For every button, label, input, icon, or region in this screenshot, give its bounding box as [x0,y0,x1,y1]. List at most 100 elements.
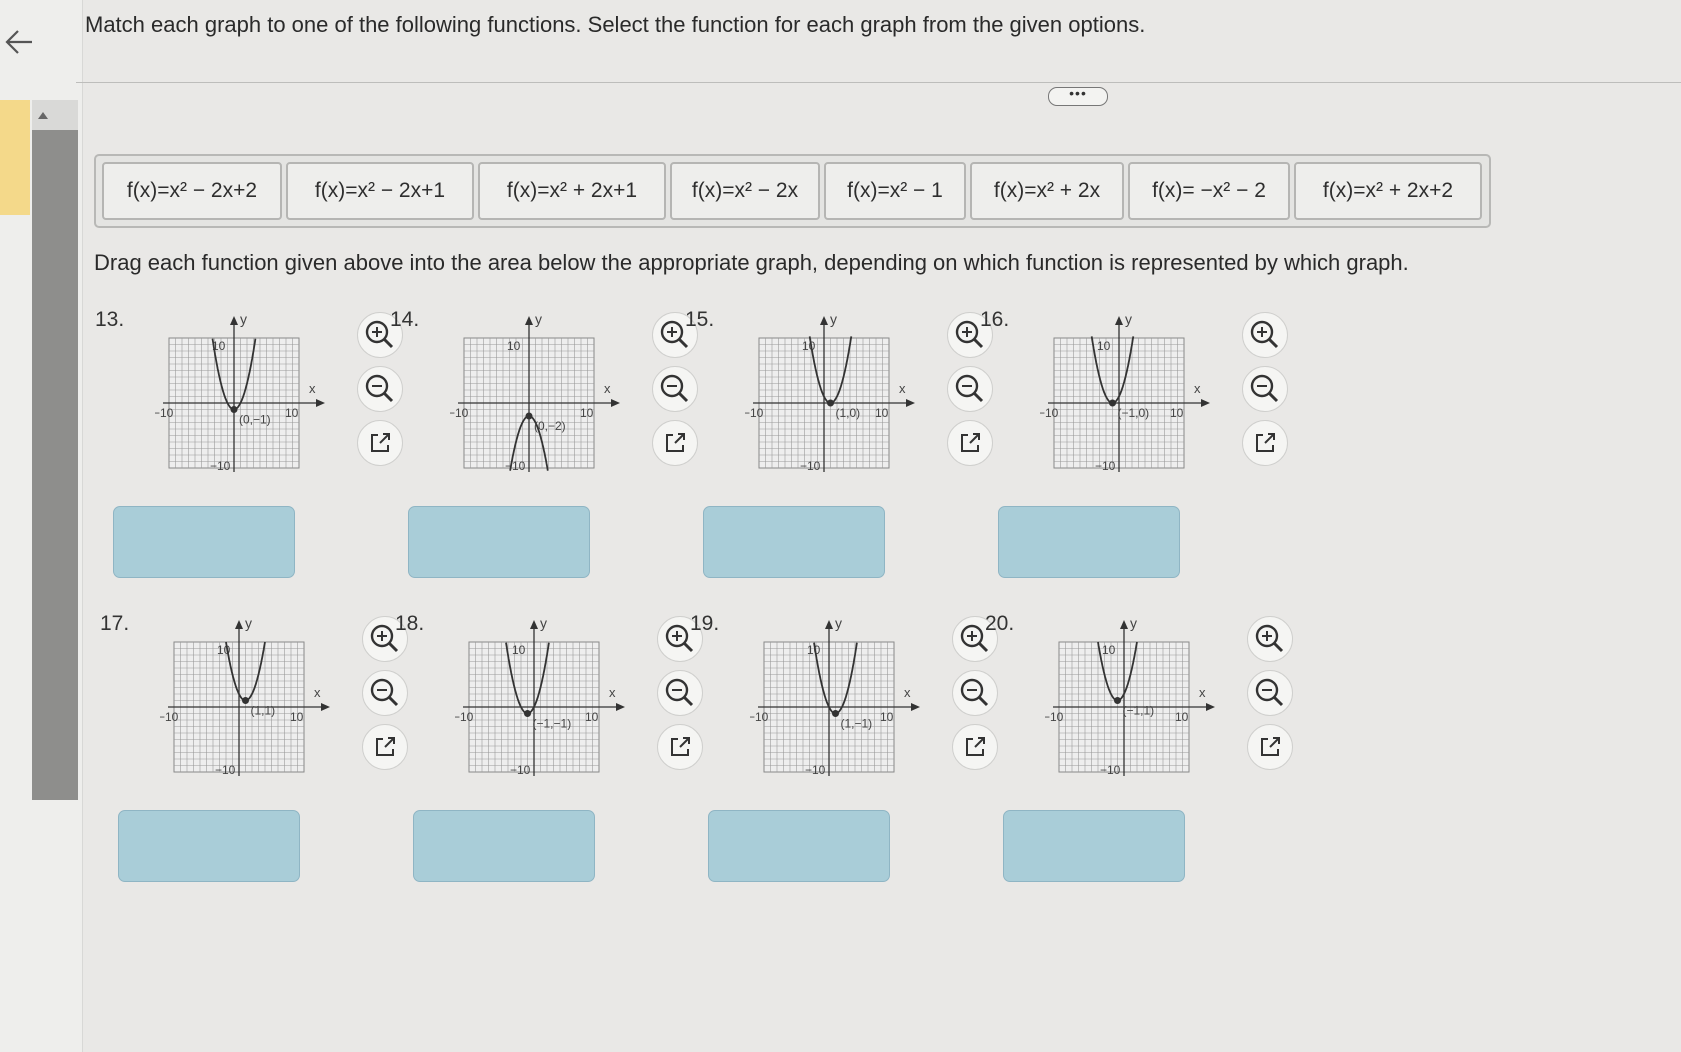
parabola-graph: y x 10 −10 −10 10 (−1,0) [1040,311,1210,473]
answer-drop-zone[interactable] [408,506,590,578]
x-axis-arrow-icon [911,703,920,711]
popout-icon[interactable] [1247,724,1293,770]
vertex-label: (1,−1) [841,717,873,731]
function-option[interactable]: f(x)=x² + 2x+2 [1294,162,1482,220]
drag-instruction: Drag each function given above into the … [94,250,1409,275]
zoom-out-icon[interactable] [1247,670,1293,716]
question-instruction: Match each graph to one of the following… [85,12,1146,37]
y-axis-arrow-icon [825,620,833,629]
x-min-label: −10 [155,406,174,420]
x-axis-arrow-icon [1201,399,1210,407]
answer-drop-zone[interactable] [113,506,295,578]
y-axis-label: y [240,311,247,327]
x-axis-arrow-icon [616,703,625,711]
parabola-graph: y x 10 −10 −10 10 (1,0) [745,311,915,473]
parabola-graph: yx10−10−10 10(1,−1) [750,615,920,777]
graph-cell: 20. y x 10 −10 −10 10 (−1,1) [985,612,1305,902]
function-option[interactable]: f(x)=x² − 1 [824,162,966,220]
x-axis-label: x [604,381,611,396]
vertex-point [524,710,531,717]
function-option[interactable]: f(x)=x² − 2x [670,162,820,220]
more-button[interactable]: ••• [1048,86,1108,106]
parabola-graph: y x 10 −10 −10 10 (0,−2) [450,311,620,473]
y-max-label: 10 [1097,339,1111,353]
y-axis-label: y [535,311,542,327]
x-min-label: −10 [160,710,179,724]
x-axis-label: x [899,381,906,396]
vertex-label: (0,−1) [239,413,271,427]
function-options-tray: f(x)=x² − 2x+2 f(x)=x² − 2x+1 f(x)=x² + … [94,154,1491,228]
function-option[interactable]: f(x)=x² − 2x+2 [102,162,282,220]
y-axis-arrow-icon [235,620,243,629]
vertex-label: (1,0) [836,406,861,420]
y-min-label: −10 [215,763,236,777]
vertex-label: (−1,0) [1118,406,1150,420]
y-min-label: −10 [800,459,821,473]
vertex-label: (1,1) [251,704,276,718]
graph-cell: 15. y x 10 −10 −10 10 (1,0) [685,308,1005,598]
graph-cell: 13. y x 10 −10 −10 10 (0,−1) [95,308,415,598]
scroll-up-icon[interactable] [38,112,48,119]
y-max-label: 10 [507,339,521,353]
answer-drop-zone[interactable] [118,810,300,882]
x-axis-arrow-icon [316,399,325,407]
x-max-label: 10 [285,406,299,420]
answer-drop-zone[interactable] [703,506,885,578]
y-max-label: 10 [802,339,816,353]
function-option[interactable]: f(x)=x² + 2x+1 [478,162,666,220]
x-min-label: −10 [450,406,469,420]
problem-number: 19. [690,612,720,635]
zoom-in-icon[interactable] [1247,616,1293,662]
y-axis-arrow-icon [525,316,533,325]
y-max-label: 10 [512,643,526,657]
y-axis-label: y [1130,615,1137,631]
function-option[interactable]: f(x)= −x² − 2 [1128,162,1290,220]
x-max-label: 10 [880,710,894,724]
parabola-graph: yx10−10−10 10(1,1) [160,615,330,777]
answer-drop-zone[interactable] [708,810,890,882]
scrollbar-thumb[interactable] [32,130,78,800]
vertex-point [242,697,249,704]
y-min-label: −10 [1100,763,1121,777]
y-axis-arrow-icon [820,316,828,325]
function-option[interactable]: f(x)=x² + 2x [970,162,1124,220]
y-min-label: −10 [1095,459,1116,473]
y-axis-label: y [830,311,837,327]
graph-cell: 16. y x 10 −10 −10 10 (−1,0) [980,308,1300,598]
answer-drop-zone[interactable] [413,810,595,882]
x-axis-label: x [309,381,316,396]
graph-cell: 17. y x 10 −10 −10 10 (1,1) [100,612,420,902]
x-min-label: −10 [455,710,474,724]
problem-number: 15. [685,308,715,331]
zoom-out-icon[interactable] [1242,366,1288,412]
zoom-in-icon[interactable] [1242,312,1288,358]
x-max-label: 10 [1170,406,1184,420]
y-axis-arrow-icon [1115,316,1123,325]
popout-icon[interactable] [1242,420,1288,466]
x-max-label: 10 [585,710,599,724]
x-min-label: −10 [750,710,769,724]
x-min-label: −10 [745,406,764,420]
x-axis-arrow-icon [1206,703,1215,711]
vertex-label: (0,−2) [534,419,566,433]
y-axis-label: y [835,615,842,631]
y-max-label: 10 [1102,643,1116,657]
x-axis-arrow-icon [611,399,620,407]
vertex-point [525,412,533,420]
vertex-label: (−1,1) [1123,704,1155,718]
back-arrow-icon[interactable] [2,24,38,60]
problem-number: 17. [100,612,130,635]
answer-drop-zone[interactable] [998,506,1180,578]
x-axis-arrow-icon [906,399,915,407]
question-indicator [0,100,30,215]
x-axis-arrow-icon [321,703,330,711]
vertex-label: (−1,−1) [533,717,572,731]
y-axis-label: y [1125,311,1132,327]
function-option[interactable]: f(x)=x² − 2x+1 [286,162,474,220]
graph-cell: 19. y x 10 −10 −10 10 (1,−1) [690,612,1010,902]
answer-drop-zone[interactable] [1003,810,1185,882]
y-min-label: −10 [210,459,231,473]
parabola-graph: y x 10 −10 −10 10 (−1,1) [1045,615,1215,777]
x-min-label: −10 [1045,710,1064,724]
y-axis-arrow-icon [230,316,238,325]
